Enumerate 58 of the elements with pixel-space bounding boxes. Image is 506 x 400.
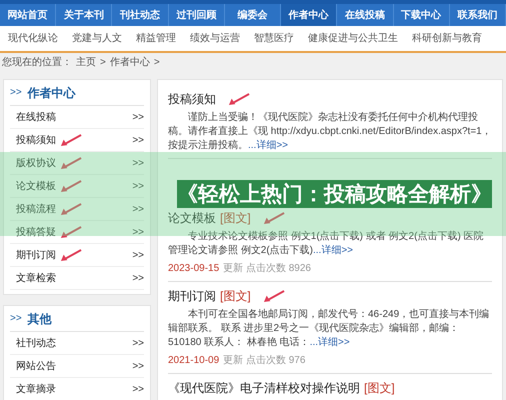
more-marker: >> [132, 110, 144, 124]
sidebar-link[interactable]: 投稿须知 [10, 132, 56, 148]
category-link[interactable]: 绩效与运营 [190, 31, 240, 46]
update-date: 2023-09-15 [168, 262, 220, 276]
header-marker: >> [10, 86, 22, 100]
panel-title: 作者中心 [28, 84, 76, 102]
header-marker: >> [10, 312, 22, 326]
article-tag: [图文] [220, 287, 251, 305]
sidebar-link[interactable]: 投稿答疑 [10, 224, 56, 240]
more-marker: >> [132, 272, 144, 286]
view-count: 更新 点击次数 976 [223, 354, 306, 368]
sidebar-link[interactable]: 网站公告 [10, 358, 56, 374]
category-link[interactable]: 智慧医疗 [254, 31, 294, 46]
more-marker: >> [132, 226, 144, 240]
details-link[interactable]: ...详细>> [248, 140, 288, 151]
more-marker: >> [132, 180, 144, 194]
article-tag: [图文] [220, 209, 251, 227]
sidebar-link[interactable]: 论文模板 [10, 178, 56, 194]
breadcrumb-label: 您现在的位置： [2, 56, 72, 70]
article-title[interactable]: 期刊订阅 [168, 287, 216, 305]
more-marker: >> [132, 202, 144, 216]
panel-title: 其他 [28, 310, 52, 328]
category-link[interactable]: 科研创新与教育 [412, 31, 482, 46]
category-link[interactable]: 党建与人文 [72, 31, 122, 46]
details-link[interactable]: ...详细>> [310, 337, 350, 348]
breadcrumb-separator: > [154, 56, 160, 70]
more-marker: >> [132, 360, 144, 374]
more-marker: >> [132, 382, 144, 396]
more-marker: >> [132, 248, 144, 262]
article-summary: 谨防上当受骗！《现代医院》杂志社没有委托任何中介机构代理投稿。请作者直接上《现 http://xdyu.cbpt.cnki.net/EditorB/index.aspx?t=1，按提示注册投稿。...详细>> [168, 111, 492, 153]
category-link[interactable]: 现代化纵论 [8, 31, 58, 46]
update-date: 2021-10-09 [168, 354, 220, 368]
article-summary: 本刊可在全国各地邮局订阅，邮发代号：46-249，也可直接与本刊编辑部联系。 联系 进步里2号之一《现代医院杂志》编辑部，邮编：510180 联系人： 林春艳 电话：...详细>> [168, 308, 490, 350]
sidebar-link[interactable]: 文章检索 [10, 270, 56, 286]
view-count: 更新 点击次数 8926 [223, 262, 311, 276]
article-tag: [图文] [364, 379, 395, 397]
banner-title: 《轻松上热门：投稿攻略全解析 [177, 180, 471, 208]
article-title[interactable]: 《现代医院》电子清样校对操作说明 [168, 379, 360, 397]
sidebar-link[interactable]: 在线投稿 [10, 110, 56, 124]
more-marker: >> [132, 156, 144, 170]
sidebar-link[interactable]: 期刊订阅 [10, 248, 56, 262]
banner-title: 》 [471, 180, 492, 208]
breadcrumb-separator: > [100, 56, 106, 70]
sidebar-link[interactable]: 版权协议 [10, 156, 56, 170]
sidebar-link[interactable]: 投稿流程 [10, 202, 56, 216]
breadcrumb-link[interactable]: 作者中心 [110, 54, 150, 70]
more-marker: >> [132, 336, 144, 350]
category-link[interactable]: 精益管理 [136, 31, 176, 46]
article-title[interactable]: 投稿须知 [168, 90, 216, 108]
breadcrumb-link[interactable]: 主页 [76, 54, 96, 70]
category-link[interactable]: 健康促进与公共卫生 [308, 31, 398, 46]
sidebar-link[interactable]: 社刊动态 [10, 336, 56, 350]
article-summary: 专业技术论文模板参照 例文1(点击下载) 或者 例文2(点击下载) 医院管理论文请参照 例文2(点击下载)...详细>> [168, 230, 485, 258]
more-marker: >> [132, 134, 144, 148]
nav-tab[interactable]: 作者中心 [281, 4, 338, 26]
sidebar-link[interactable]: 文章摘录 [10, 382, 56, 396]
details-link[interactable]: ...详细>> [313, 245, 354, 256]
article-title[interactable]: 论文模板 [168, 209, 216, 227]
